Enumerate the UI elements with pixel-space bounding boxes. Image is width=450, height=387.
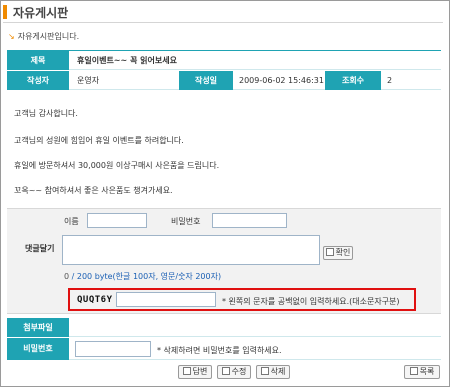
password-input[interactable]: [212, 213, 287, 228]
subject-label: 제목: [7, 51, 69, 70]
body-line: 고객님의 성원에 힘입어 휴일 이벤트를 하려합니다.: [14, 136, 184, 145]
name-label: 이름: [64, 217, 79, 226]
captcha-input[interactable]: [116, 292, 216, 307]
captcha-box: QUQT6Y * 왼쪽의 문자를 공백없이 입력하세요.(대소문자구분): [68, 288, 416, 311]
description-text: 자유게시판입니다.: [17, 32, 80, 41]
reply-icon: [182, 367, 191, 375]
byte-counter: 0 / 200 byte(한글 100자, 영문/숫자 200자): [64, 271, 221, 282]
meta-row: 작성자 운영자 작성일 2009-06-02 15:46:31 조회수 2: [7, 71, 441, 90]
page-title: 자유게시판: [13, 6, 69, 20]
page-header: 자유게시판: [3, 3, 443, 21]
post-date: 2009-06-02 15:46:31: [239, 76, 324, 85]
views-label: 조회수: [325, 71, 381, 90]
title-marker: [3, 5, 7, 19]
password-label: 비밀번호: [171, 217, 201, 226]
body-line: 고객님 감사합니다.: [14, 109, 78, 118]
post-subject: 휴일이벤트~~ 꼭 읽어보세요: [77, 56, 177, 65]
reply-button[interactable]: 답변: [178, 365, 212, 379]
delete-button[interactable]: 삭제: [256, 365, 290, 379]
edit-button[interactable]: 수정: [217, 365, 251, 379]
comment-submit-button[interactable]: 확인: [323, 246, 353, 260]
check-icon: [325, 248, 334, 256]
name-input[interactable]: [87, 213, 147, 228]
captcha-hint: * 왼쪽의 문자를 공백없이 입력하세요.(대소문자구분): [222, 297, 400, 306]
author-label: 작성자: [7, 71, 69, 90]
delete-password-input[interactable]: [75, 341, 151, 357]
edit-icon: [221, 367, 230, 375]
delete-label: 삭제: [270, 367, 286, 376]
comment-textarea[interactable]: [62, 235, 320, 265]
reply-label: 답변: [192, 367, 208, 376]
byte-limit: / 200 byte(한글 100자, 영문/숫자 200자): [69, 272, 222, 281]
arrow-icon: ↘: [8, 32, 15, 41]
title-divider: [3, 22, 443, 23]
delete-password-label: 비밀번호: [7, 338, 69, 360]
captcha-code: QUQT6Y: [77, 295, 113, 305]
comment-section-label: 댓글달기: [25, 244, 55, 253]
board-description: ↘ 자유게시판입니다.: [8, 31, 79, 42]
date-label: 작성일: [179, 71, 233, 90]
edit-label: 수정: [231, 367, 247, 376]
body-line: 꼬옥~~ 참여하셔서 좋은 사은품도 챙겨가세요.: [14, 186, 173, 195]
submit-label: 확인: [335, 248, 351, 257]
post-author: 운영자: [77, 76, 100, 85]
delete-password-row: 비밀번호 * 삭제하려면 비밀번호를 입력하세요.: [7, 338, 441, 360]
list-button[interactable]: 목록: [404, 365, 440, 379]
delete-icon: [260, 367, 269, 375]
subject-row: 제목 휴일이벤트~~ 꼭 읽어보세요: [7, 51, 441, 70]
delete-password-hint: * 삭제하려면 비밀번호를 입력하세요.: [157, 346, 282, 355]
body-line: 휴일에 방문하셔서 30,000원 이상구매시 사은품을 드립니다.: [14, 161, 220, 170]
list-icon: [409, 367, 418, 375]
attachment-label: 첨부파일: [7, 318, 69, 337]
list-label: 목록: [419, 367, 435, 376]
post-views: 2: [387, 76, 393, 85]
attachment-row: 첨부파일: [7, 318, 441, 337]
